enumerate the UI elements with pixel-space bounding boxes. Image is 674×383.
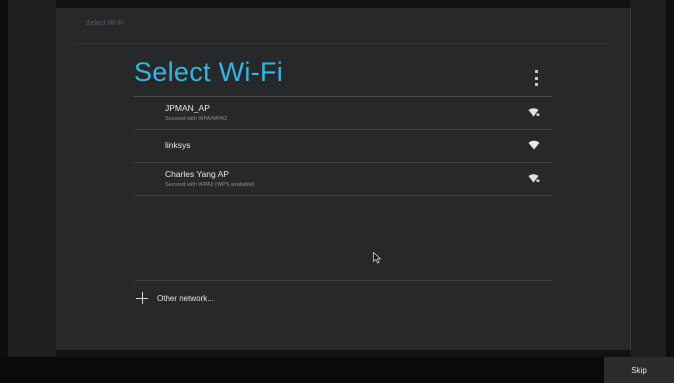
setup-panel: Select Wi-Fi Select Wi-Fi JPMAN_AP Secur… [56,8,631,350]
wifi-locked-icon [528,174,540,183]
network-name: JPMAN_AP [165,103,210,113]
right-edge [666,0,674,357]
other-network-label: Other network... [157,294,214,303]
plus-icon [136,292,148,304]
other-network-button[interactable]: Other network... [134,284,334,314]
network-name: linksys [165,140,191,150]
network-item-charles-yang-ap[interactable]: Charles Yang AP Secured with WPA2 (WPS a… [134,163,552,196]
mouse-cursor-icon [373,252,382,264]
page-title: Select Wi-Fi [134,57,284,87]
left-margin [0,0,56,357]
overflow-dot [534,83,538,86]
skip-button[interactable]: Skip [604,357,674,383]
wifi-locked-icon [528,108,540,117]
network-security: Secured with WPA2 (WPS available) [165,182,255,188]
overflow-dot [534,76,538,80]
screen: Select Wi-Fi Select Wi-Fi JPMAN_AP Secur… [0,0,674,383]
network-list: JPMAN_AP Secured with WPA/WPA2 linksys C… [134,97,552,196]
list-bottom-divider [134,280,552,281]
network-name: Charles Yang AP [165,169,229,179]
left-edge [0,0,8,357]
right-margin [630,0,674,357]
navigation-bar [0,357,674,383]
header-divider [76,43,610,44]
network-security: Secured with WPA/WPA2 [165,116,228,122]
header-title: Select Wi-Fi [86,20,124,27]
network-item-linksys[interactable]: linksys [134,130,552,163]
wifi-icon [528,140,540,150]
overflow-dot [534,70,538,73]
overflow-menu-icon[interactable] [533,70,539,86]
network-item-jpman-ap[interactable]: JPMAN_AP Secured with WPA/WPA2 [134,97,552,130]
